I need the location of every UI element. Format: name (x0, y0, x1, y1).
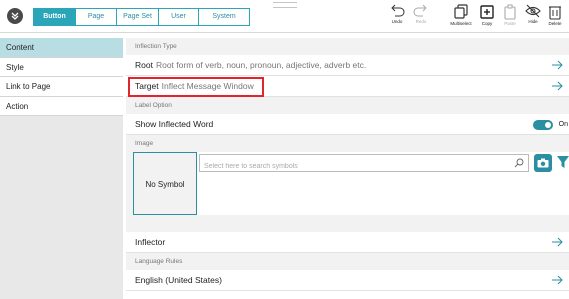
language-rules-row[interactable]: English (United States) (126, 270, 569, 291)
redo-icon (413, 4, 427, 17)
label-option-header: Label Option (126, 97, 569, 114)
show-inflected-word-label: Show Inflected Word (135, 119, 214, 129)
tab-system[interactable]: System (199, 9, 249, 25)
redo-button[interactable]: Redo (408, 4, 434, 30)
copy-icon (480, 5, 494, 19)
paste-icon (504, 4, 516, 20)
toggle-state-label: On (558, 121, 568, 128)
multiselect-label: Multiselect (450, 21, 472, 26)
eye-off-icon (525, 4, 541, 18)
tab-page-set[interactable]: Page Set (117, 9, 159, 25)
multiselect-icon (454, 4, 468, 19)
root-label: Root (135, 60, 153, 70)
filter-icon[interactable] (556, 155, 569, 169)
arrow-right-icon (552, 275, 563, 285)
sidebar-item-action[interactable]: Action (0, 96, 123, 116)
tab-page[interactable]: Page (76, 9, 117, 25)
image-header: Image (126, 135, 569, 152)
sidebar-item-style[interactable]: Style (0, 57, 123, 77)
camera-icon (537, 158, 549, 168)
inflection-root-row[interactable]: Root Root form of verb, noun, pronoun, ad… (126, 55, 569, 76)
trash-icon (549, 6, 561, 20)
symbol-search-box (199, 154, 529, 175)
show-inflected-toggle[interactable] (533, 120, 553, 130)
language-rules-value: English (United States) (135, 275, 222, 285)
redo-label: Redo (415, 19, 427, 24)
show-inflected-word-row: Show Inflected Word On (126, 114, 569, 135)
symbol-search-input[interactable] (200, 158, 500, 175)
symbol-search-area (196, 152, 569, 215)
target-description: Inflect Message Window (161, 81, 254, 91)
root-description: Root form of verb, noun, pronoun, adject… (155, 60, 367, 70)
arrow-right-icon (552, 60, 563, 70)
undo-icon (391, 4, 405, 17)
content-panel: Inflection Type Root Root form of verb, n… (126, 38, 569, 299)
undo-label: Undo (391, 19, 403, 24)
delete-button[interactable]: Delete (542, 4, 568, 30)
delete-label: Delete (548, 21, 562, 26)
target-label: Target (135, 81, 159, 91)
multiselect-button[interactable]: Multiselect (448, 4, 474, 30)
double-chevron-down-icon (11, 12, 19, 20)
button-type-row[interactable]: Inflector (126, 232, 569, 253)
tab-button[interactable]: Button (34, 9, 76, 25)
image-section: No Symbol (126, 152, 569, 229)
arrow-right-icon (552, 237, 563, 247)
inflection-target-row[interactable]: Target Inflect Message Window (126, 76, 569, 97)
sidebar-item-content[interactable]: Content (0, 38, 123, 58)
search-icon[interactable] (514, 158, 524, 168)
sidebar-item-link-to-page[interactable]: Link to Page (0, 77, 123, 97)
undo-button[interactable]: Undo (384, 4, 410, 30)
language-rules-header: Language Rules (126, 253, 569, 270)
top-toolbar: Button Page Page Set User System Undo Re… (0, 0, 569, 33)
inflection-type-header: Inflection Type (126, 38, 569, 55)
button-type-value: Inflector (135, 237, 166, 247)
collapse-menu-button[interactable] (7, 8, 23, 24)
symbol-preview[interactable]: No Symbol (133, 152, 197, 215)
tab-user[interactable]: User (159, 9, 199, 25)
editor-tabs: Button Page Page Set User System (33, 8, 250, 26)
drag-handle[interactable] (273, 2, 297, 8)
camera-button[interactable] (534, 154, 552, 172)
sidebar: Content Style Link to Page Action (0, 38, 123, 299)
arrow-right-icon (552, 81, 563, 91)
